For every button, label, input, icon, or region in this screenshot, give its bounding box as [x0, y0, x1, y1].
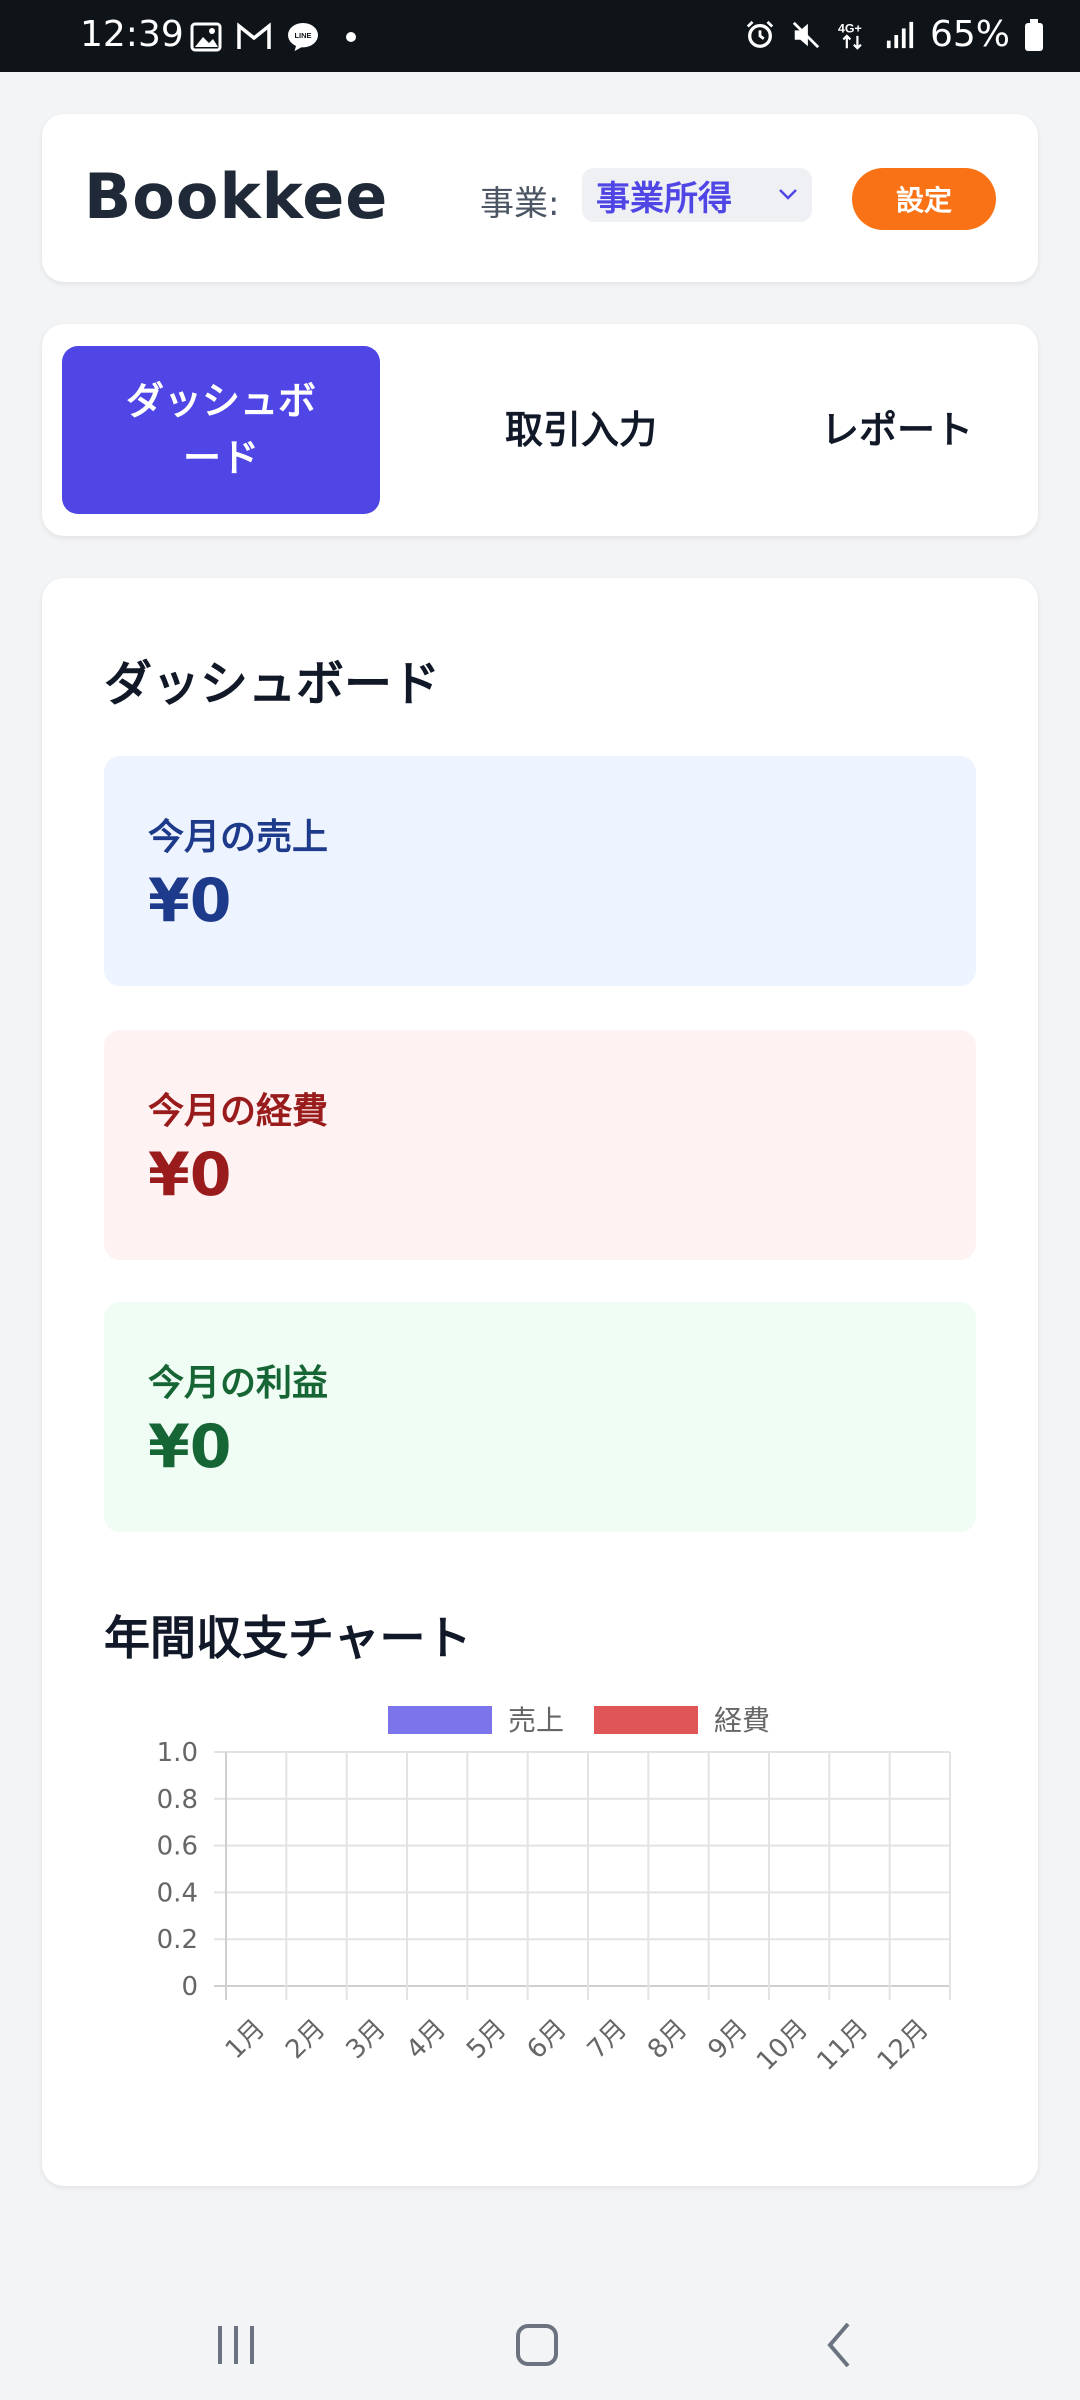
expenses-stat-card: 今月の経費 ¥0: [104, 1030, 976, 1260]
business-select[interactable]: 事業所得: [582, 168, 812, 222]
y-tick-label: 0.2: [157, 1925, 198, 1955]
tab-transaction-entry[interactable]: 取引入力: [422, 346, 740, 514]
x-tick-label: 10月: [751, 2014, 814, 2077]
dashboard-card: ダッシュボード 今月の売上 ¥0 今月の経費 ¥0 今月の利益 ¥0 年間収支チ…: [42, 578, 1038, 2186]
x-tick-label: 5月: [461, 2014, 512, 2065]
x-tick-label: 9月: [702, 2014, 753, 2065]
x-tick-label: 1月: [220, 2014, 271, 2065]
legend-swatch-1: [388, 1706, 492, 1734]
svg-text:LINE: LINE: [294, 31, 311, 40]
x-tick-label: 6月: [521, 2014, 572, 2065]
signal-icon: [886, 21, 914, 48]
chart-title: 年間収支チャート: [104, 1611, 472, 1665]
notification-dot: [346, 32, 356, 42]
business-select-value: 事業所得: [596, 178, 732, 219]
profit-value: ¥0: [148, 1412, 232, 1482]
chevron-down-icon: [779, 189, 797, 200]
header-card: Bookkee 事業: 事業所得 設定: [42, 114, 1038, 282]
tab-dashboard[interactable]: ダッシュボード: [62, 346, 380, 514]
app-title: Bookkee: [84, 160, 389, 233]
legend-label-2: 経費: [714, 1704, 770, 1737]
profit-label: 今月の利益: [148, 1363, 329, 1404]
legend-label-1: 売上: [508, 1704, 564, 1737]
gmail-icon: [237, 22, 271, 49]
legend-swatch-2: [594, 1706, 698, 1734]
x-tick-label: 12月: [872, 2014, 935, 2077]
alarm-icon: [746, 20, 774, 48]
y-tick-label: 0.4: [157, 1878, 198, 1908]
x-tick-label: 8月: [642, 2014, 693, 2065]
svg-text:4G+: 4G+: [838, 21, 862, 35]
home-icon[interactable]: [498, 2310, 578, 2380]
x-tick-label: 7月: [582, 2014, 633, 2065]
sales-value: ¥0: [148, 866, 232, 936]
expenses-label: 今月の経費: [148, 1091, 329, 1132]
back-icon[interactable]: [800, 2310, 880, 2380]
x-tick-label: 11月: [811, 2014, 874, 2077]
4g-icon: 4G+: [838, 21, 862, 50]
expenses-value: ¥0: [148, 1140, 232, 1210]
y-tick-label: 0.8: [157, 1785, 198, 1815]
sales-label: 今月の売上: [148, 817, 329, 858]
tab-bar: ダッシュボード 取引入力 レポート: [42, 324, 1038, 536]
x-tick-label: 3月: [340, 2014, 391, 2065]
status-bar: 12:39 LINE 4G+ 65%: [0, 0, 1080, 72]
status-time: 12:39: [80, 14, 184, 55]
dashboard-title: ダッシュボード: [104, 656, 441, 712]
annual-income-expense-chart: 売上 経費 1.0 0.8 0.6 0.4 0.2 0 1月 2月 3月 4月 5月 6月 7月 8月 9月10…: [157, 1704, 951, 2077]
line-icon: LINE: [288, 22, 318, 52]
mute-icon: [792, 21, 820, 48]
y-tick-label: 0: [181, 1972, 198, 2002]
business-label: 事業:: [480, 184, 560, 224]
tab-report[interactable]: レポート: [738, 346, 1056, 514]
sales-stat-card: 今月の売上 ¥0: [104, 756, 976, 986]
profit-stat-card: 今月の利益 ¥0: [104, 1302, 976, 1532]
x-tick-label: 2月: [280, 2014, 331, 2065]
image-icon: [190, 22, 222, 52]
y-tick-label: 1.0: [157, 1738, 198, 1768]
y-tick-label: 0.6: [157, 1832, 198, 1862]
x-tick-label: 4月: [401, 2014, 452, 2065]
system-navigation-bar: [0, 2290, 1080, 2400]
recent-apps-icon[interactable]: [196, 2310, 276, 2380]
battery-percent: 65%: [929, 14, 1010, 55]
settings-button[interactable]: 設定: [852, 168, 996, 230]
battery-icon: [1025, 18, 1043, 51]
